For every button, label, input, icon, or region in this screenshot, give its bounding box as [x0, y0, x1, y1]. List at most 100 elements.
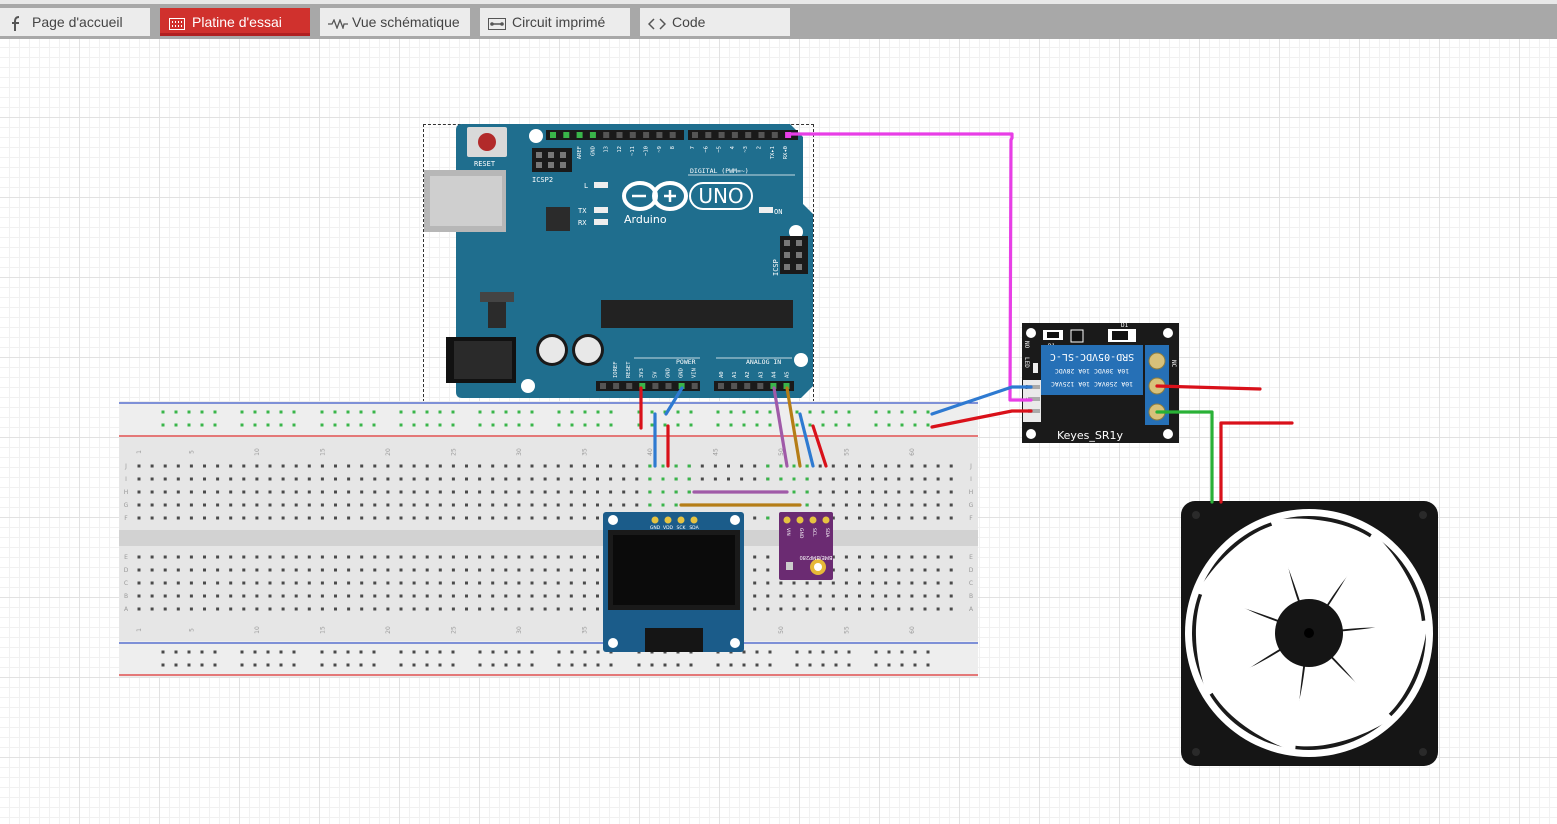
breadboard-hole — [609, 477, 613, 481]
relay-module[interactable]: R1 D1 SRD-05VDC-SL-C 10A 30VDC 10A 28VDC… — [1022, 322, 1179, 443]
breadboard-hole — [307, 516, 311, 520]
column-number: 60 — [909, 626, 916, 634]
breadboard-hole — [755, 663, 759, 667]
breadboard-hole — [438, 581, 442, 585]
breadboard-hole — [844, 568, 848, 572]
breadboard-hole — [700, 464, 704, 468]
breadboard-hole — [622, 464, 626, 468]
breadboard-hole — [556, 477, 560, 481]
breadboard-hole — [163, 503, 167, 507]
breadboard-hole — [936, 568, 940, 572]
breadboard-hole — [847, 663, 851, 667]
breadboard-hole — [504, 663, 508, 667]
wire-fan-power[interactable] — [1219, 421, 1294, 504]
breadboard-hole — [844, 477, 848, 481]
breadboard-hole — [478, 490, 482, 494]
connected-hole — [729, 423, 733, 427]
connected-hole — [253, 423, 257, 427]
pin-label: 12 — [617, 146, 623, 153]
digital-header-right — [688, 130, 798, 140]
terminal-screw[interactable] — [1148, 352, 1166, 370]
row-letter: D — [124, 567, 129, 574]
breadboard-hole — [425, 490, 429, 494]
cooling-fan[interactable] — [1181, 501, 1443, 767]
tab-schematic[interactable]: Vue schématique — [320, 8, 470, 36]
breadboard-hole — [847, 650, 851, 654]
icsp-pin — [796, 252, 802, 258]
tab-code[interactable]: Code — [640, 8, 790, 36]
breadboard-hole — [425, 503, 429, 507]
capacitor-top — [575, 337, 601, 363]
breadboard-hole — [333, 663, 337, 667]
breadboard-hole — [174, 650, 178, 654]
voltage-regulator — [488, 300, 506, 328]
breadboard-hole — [543, 516, 547, 520]
breadboard-hole — [609, 464, 613, 468]
breadboard-hole — [504, 503, 508, 507]
breadboard-hole — [900, 663, 904, 667]
breadboard-hole — [347, 568, 351, 572]
breadboard-hole — [530, 594, 534, 598]
header-pin — [758, 132, 765, 138]
bme280-sensor[interactable]: VIN GND SCL SDA BME/BMP280 — [779, 512, 833, 580]
breadboard-hole — [360, 503, 364, 507]
breadboard-hole — [373, 568, 377, 572]
breadboard-hole — [858, 594, 861, 598]
connected-hole — [847, 410, 851, 414]
breadboard-hole — [871, 581, 875, 585]
breadboard-hole — [334, 503, 337, 507]
breadboard-hole — [268, 607, 272, 611]
breadboard-hole — [768, 663, 772, 667]
oled-pin — [690, 516, 698, 524]
bme-pin-label: GND — [798, 528, 804, 539]
column-number: 15 — [319, 626, 326, 634]
column-number: 20 — [385, 448, 392, 456]
breadboard[interactable]: 1155101015152020252530303535404045455050… — [119, 401, 978, 677]
breadboard-hole — [137, 516, 141, 520]
breadboard-canvas[interactable]: 1155101015152020252530303535404045455050… — [0, 39, 1557, 824]
icsp-pin — [784, 240, 790, 246]
breadboard-hole — [926, 650, 930, 654]
connected-hole — [425, 423, 429, 427]
breadboard-hole — [451, 555, 455, 559]
breadboard-hole — [543, 477, 547, 481]
breadboard-hole — [174, 663, 178, 667]
breadboard-hole — [189, 594, 193, 598]
breadboard-hole — [897, 516, 901, 520]
breadboard-hole — [255, 607, 259, 611]
tab-breadboard[interactable]: Platine d'essai — [160, 8, 310, 36]
breadboard-hole — [543, 568, 547, 572]
breadboard-hole — [163, 464, 167, 468]
fan-screw — [1419, 511, 1427, 519]
breadboard-hole — [530, 650, 534, 654]
breadboard-hole — [844, 594, 848, 598]
icsp-pin — [796, 240, 802, 246]
tab-home[interactable]: Page d'accueil — [0, 8, 150, 36]
breadboard-hole — [543, 581, 547, 585]
breadboard-hole — [910, 464, 914, 468]
wire-digital0-to-relay-signal[interactable] — [788, 132, 1033, 402]
tab-pcb[interactable]: Circuit imprimé — [480, 8, 630, 36]
breadboard-hole — [334, 581, 337, 585]
connected-hole — [266, 423, 270, 427]
breadboard-hole — [150, 555, 154, 559]
breadboard-hole — [320, 503, 324, 507]
breadboard-hole — [412, 477, 416, 481]
breadboard-hole — [530, 607, 534, 611]
breadboard-hole — [203, 568, 206, 572]
breadboard-hole — [465, 490, 468, 494]
header-pin — [705, 132, 712, 138]
connected-hole — [213, 423, 217, 427]
breadboard-hole — [530, 516, 534, 520]
breadboard-hole — [360, 477, 364, 481]
breadboard-hole — [266, 650, 270, 654]
breadboard-hole — [504, 650, 508, 654]
oled-display[interactable]: GND VDD SCK SDA — [603, 512, 744, 652]
breadboard-hole — [334, 594, 337, 598]
arduino-uno[interactable]: RESET ICSP2 AREF GND 13 12 ~11 ~10 ~9 8 7 ~6 ~5 4 ~3… — [424, 124, 813, 398]
breadboard-hole — [831, 607, 835, 611]
transistor — [1070, 329, 1084, 343]
breadboard-hole — [294, 464, 298, 468]
breadboard-hole — [465, 568, 468, 572]
breadboard-hole — [858, 477, 861, 481]
